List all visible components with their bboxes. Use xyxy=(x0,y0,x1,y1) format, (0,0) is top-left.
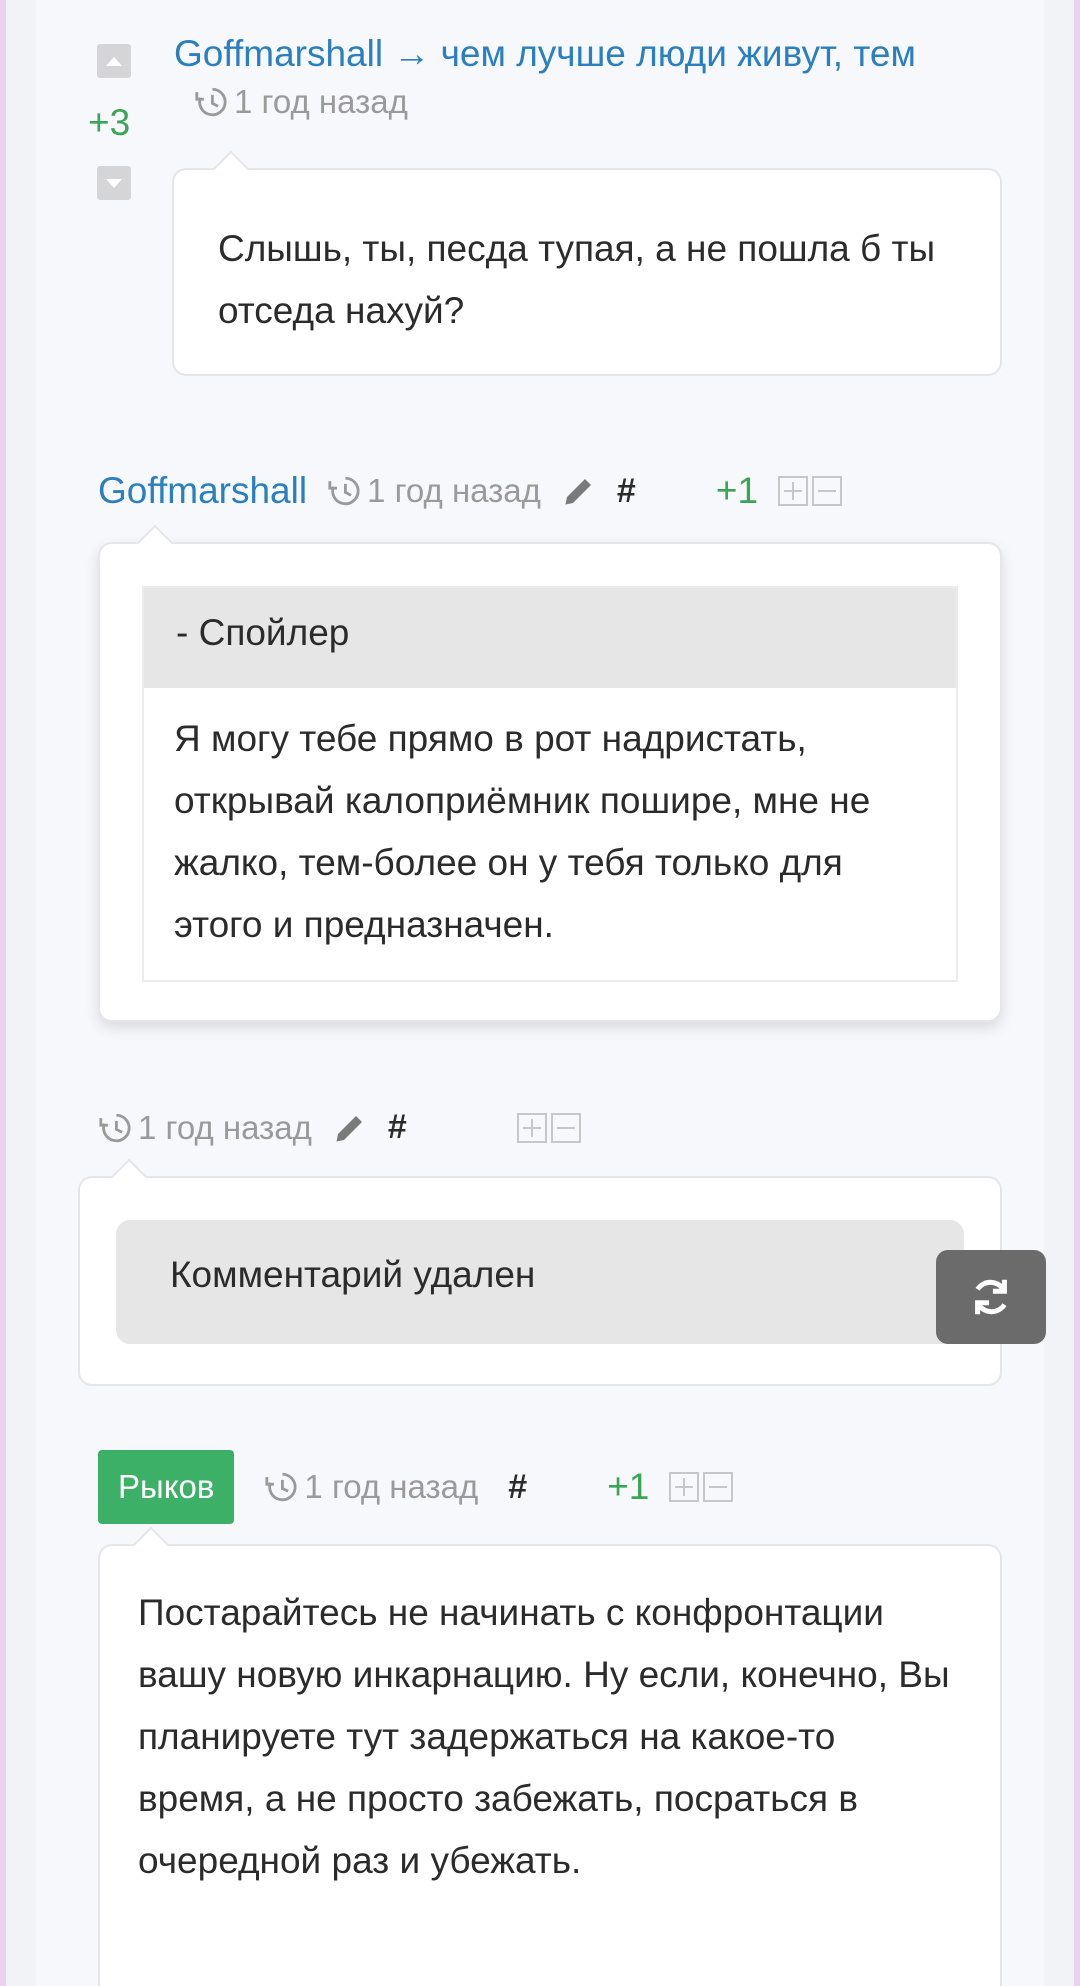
comment-time[interactable]: 1 год назад xyxy=(264,1468,478,1506)
comment-time[interactable]: 1 год назад xyxy=(327,472,541,510)
comment-body: Комментарий удален xyxy=(78,1176,1002,1386)
expand-icon[interactable] xyxy=(778,476,809,506)
expand-collapse-controls xyxy=(669,1472,734,1502)
comment-body: Постарайтесь не начинать с конфронтации … xyxy=(98,1544,1002,1986)
comment-2: Goffmarshall 1 год назад # +1 - Спойлер … xyxy=(36,410,1044,1060)
pencil-icon[interactable] xyxy=(561,473,597,509)
collapse-icon[interactable] xyxy=(703,1472,734,1502)
collapse-icon[interactable] xyxy=(550,1112,581,1143)
comment-header: Goffmarshall → чем лучше люди живут, тем… xyxy=(174,30,994,131)
expand-icon[interactable] xyxy=(516,1112,547,1143)
downvote-icon[interactable] xyxy=(97,166,131,200)
time-text: 1 год назад xyxy=(234,83,408,120)
comment-header: 1 год назад # xyxy=(98,1108,581,1147)
history-clock-icon xyxy=(265,1472,297,1502)
author-link[interactable]: Goffmarshall xyxy=(174,33,383,74)
history-clock-icon xyxy=(328,476,360,506)
refresh-icon xyxy=(975,1279,1007,1315)
refresh-button[interactable] xyxy=(936,1250,1046,1344)
comment-time[interactable]: 1 год назад xyxy=(194,78,408,126)
author-badge[interactable]: Рыков xyxy=(98,1450,235,1524)
spoiler-content: Я могу тебе прямо в рот надристать, откр… xyxy=(174,718,871,945)
time-text: 1 год назад xyxy=(138,1108,312,1146)
right-gutter xyxy=(1044,0,1074,1986)
comment-body: - Спойлер Я могу тебе прямо в рот надрис… xyxy=(98,542,1002,1022)
expand-icon[interactable] xyxy=(669,1472,700,1502)
spoiler-header[interactable]: - Спойлер xyxy=(144,588,956,688)
comment-header: Goffmarshall 1 год назад # +1 xyxy=(98,470,978,512)
reply-arrow: → xyxy=(393,33,431,74)
time-text: 1 год назад xyxy=(304,1468,479,1505)
spoiler-block: - Спойлер Я могу тебе прямо в рот надрис… xyxy=(142,586,958,982)
comment-text: Слышь, ты, песда тупая, а не пошла б ты … xyxy=(218,228,936,331)
history-clock-icon xyxy=(99,1113,131,1142)
comment-time[interactable]: 1 год назад xyxy=(98,1109,312,1147)
comment-score: +3 xyxy=(88,102,131,143)
expand-collapse-controls xyxy=(778,476,843,506)
expand-collapse-controls xyxy=(516,1112,581,1143)
history-clock-icon xyxy=(195,87,227,117)
reply-to-link[interactable]: чем лучше люди живут, тем xyxy=(441,33,916,74)
comment-score: +1 xyxy=(715,470,759,511)
time-text: 1 год назад xyxy=(367,472,541,509)
deleted-notice: Комментарий удален xyxy=(116,1220,964,1344)
comment-4: Рыков 1 год назад # +1 Постарайтесь не н… xyxy=(36,1420,1044,1986)
upvote-icon[interactable] xyxy=(97,44,131,78)
comment-1: +3 Goffmarshall → чем лучше люди живут, … xyxy=(36,0,1044,390)
author-link[interactable]: Goffmarshall xyxy=(98,470,307,512)
permalink-hash[interactable]: # xyxy=(388,1108,407,1147)
comment-3: 1 год назад # Комментарий удален xyxy=(36,1080,1044,1400)
permalink-hash[interactable]: # xyxy=(617,472,636,511)
comment-header: Рыков 1 год назад # +1 xyxy=(98,1450,734,1524)
comment-score: +1 xyxy=(607,1466,650,1507)
pencil-icon[interactable] xyxy=(332,1110,368,1146)
collapse-icon[interactable] xyxy=(812,476,843,506)
left-gutter xyxy=(6,0,36,1986)
permalink-hash[interactable]: # xyxy=(508,1468,527,1507)
comment-text: Постарайтесь не начинать с конфронтации … xyxy=(138,1592,950,1881)
comment-body: Слышь, ты, песда тупая, а не пошла б ты … xyxy=(172,168,1002,376)
